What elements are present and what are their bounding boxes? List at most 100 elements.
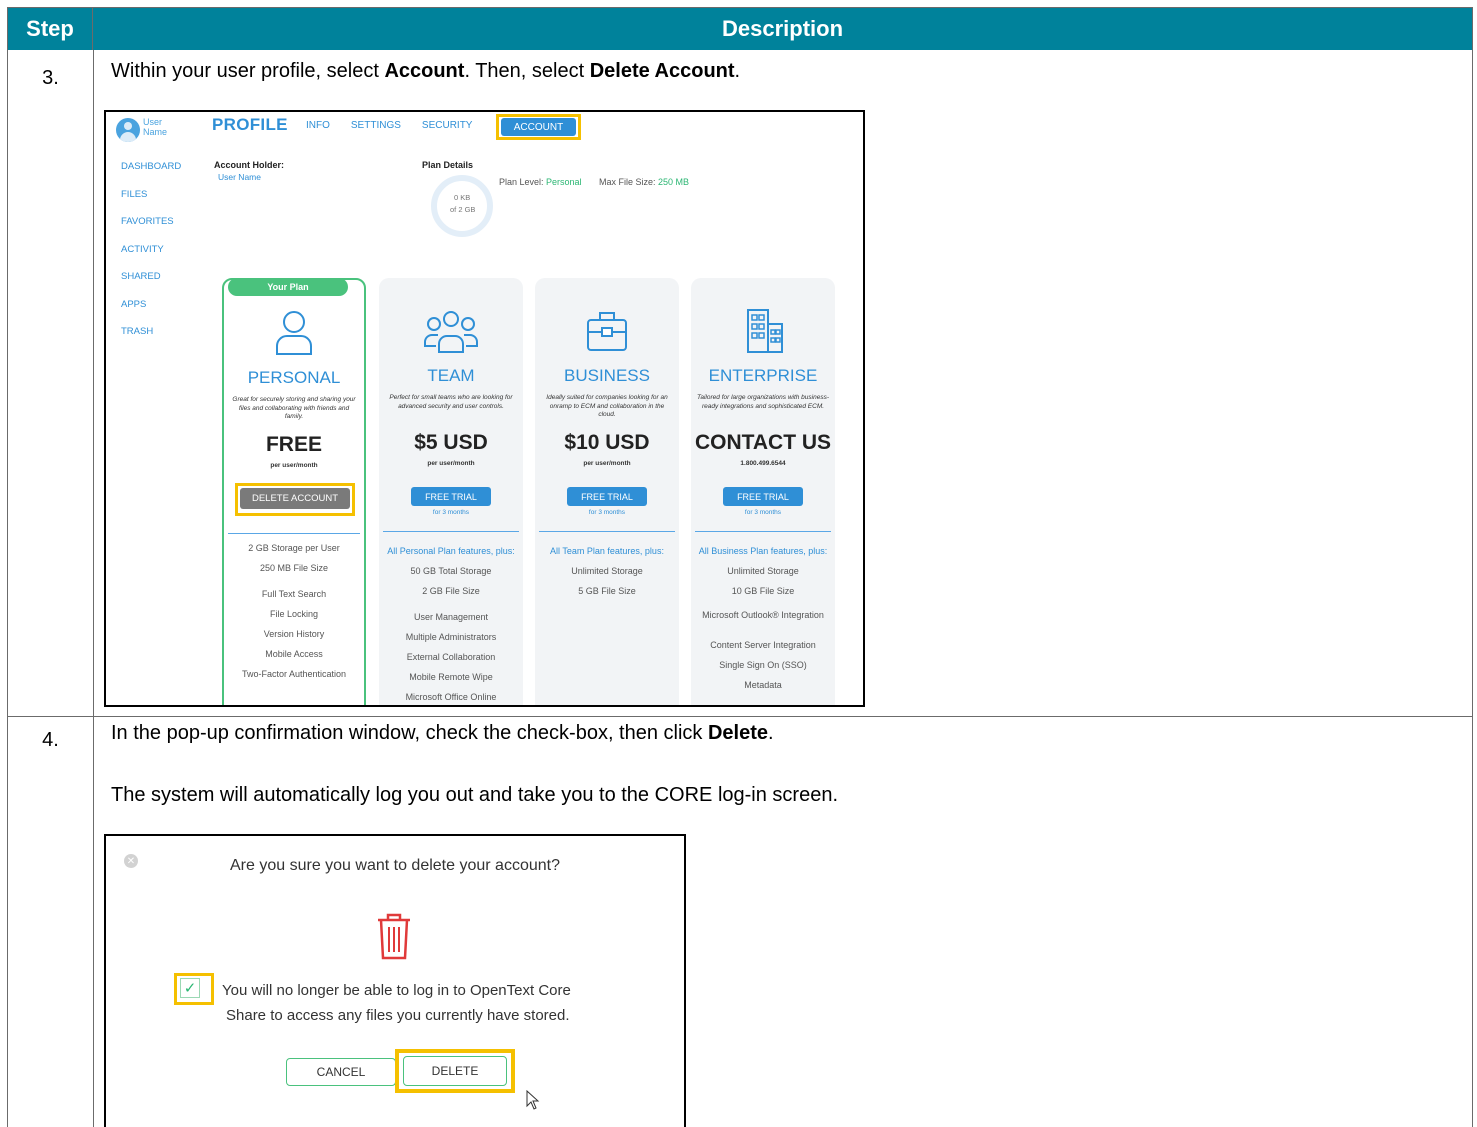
list-item: Mobile Remote Wipe — [409, 672, 493, 682]
briefcase-icon — [587, 312, 627, 351]
sidebar-item-favorites[interactable]: FAVORITES — [121, 216, 181, 244]
plan-description: Ideally suited for companies looking for… — [546, 394, 668, 418]
list-item: External Collaboration — [406, 652, 496, 662]
free-trial-button[interactable]: FREE TRIAL — [723, 487, 803, 506]
plan-description: Tailored for large organizations with bu… — [697, 394, 829, 410]
trial-duration: for 3 months — [744, 509, 782, 516]
user-name: User Name — [143, 117, 168, 137]
plan-description: Perfect for small teams who are looking … — [389, 394, 513, 410]
delete-button[interactable]: DELETE — [403, 1056, 507, 1086]
profile-tabs: INFO SETTINGS SECURITY — [306, 120, 493, 131]
sidebar-item-apps[interactable]: APPS — [121, 299, 181, 327]
list-item: 5 GB File Size — [578, 586, 636, 596]
plan-price-unit: per user/month — [583, 460, 631, 467]
modal-question: Are you sure you want to delete your acc… — [230, 857, 560, 874]
trash-icon — [378, 913, 410, 960]
page-title: PROFILE — [212, 115, 288, 134]
sidebar-item-activity[interactable]: ACTIVITY — [121, 244, 181, 272]
plan-name: PERSONAL — [247, 368, 341, 387]
cursor-icon — [526, 1090, 540, 1110]
sidebar-item-shared[interactable]: SHARED — [121, 271, 181, 299]
step-number: 3. — [42, 67, 59, 89]
plan-price: CONTACT US — [694, 431, 832, 454]
delete-account-button[interactable]: DELETE ACCOUNT — [240, 488, 350, 509]
plan-description: Great for securely storing and sharing y… — [232, 396, 356, 420]
plan-name: BUSINESS — [564, 366, 650, 385]
plan-card-personal: Your Plan PERSONAL Great for securely st… — [222, 278, 366, 705]
checkbox-label-line2: Share to access any files you currently … — [226, 1007, 570, 1024]
account-holder-value: User Name — [218, 172, 261, 182]
list-item: Mobile Access — [265, 649, 323, 659]
features-heading: All Personal Plan features, plus: — [387, 546, 515, 556]
header-step: Step — [8, 8, 93, 50]
tab-account[interactable]: ACCOUNT — [501, 118, 576, 136]
feature-list: Unlimited Storage 10 GB File Size Micros… — [691, 561, 835, 695]
list-item: Full Text Search — [261, 589, 327, 599]
divider — [383, 531, 519, 532]
step-instruction: Within your user profile, select Account… — [111, 60, 741, 82]
features-heading: All Team Plan features, plus: — [550, 546, 664, 556]
cancel-button[interactable]: CANCEL — [286, 1058, 396, 1086]
avatar[interactable] — [116, 118, 140, 142]
plan-card-business: BUSINESS Ideally suited for companies lo… — [535, 278, 679, 705]
profile-screenshot: User Name PROFILE INFO SETTINGS SECURITY… — [104, 110, 865, 707]
list-item: Unlimited Storage — [571, 566, 643, 576]
plan-price: $5 USD — [414, 431, 488, 454]
sidebar-item-trash[interactable]: TRASH — [121, 326, 181, 354]
feature-list: Unlimited Storage 5 GB File Size — [535, 561, 679, 601]
plan-card-team: TEAM Perfect for small teams who are loo… — [379, 278, 523, 705]
divider — [228, 533, 360, 534]
list-item: Unlimited Storage — [727, 566, 799, 576]
team-icon — [424, 311, 478, 353]
list-item: Microsoft Office Online — [405, 692, 497, 702]
sidebar-item-files[interactable]: FILES — [121, 189, 181, 217]
table-header: Step Description — [8, 8, 1472, 50]
plan-details-label: Plan Details — [422, 160, 474, 170]
plan-level: Plan Level: Personal — [499, 177, 582, 187]
column-divider — [93, 50, 94, 1127]
step-instruction: In the pop-up confirmation window, check… — [111, 722, 774, 744]
plan-price-unit: per user/month — [270, 462, 318, 469]
free-trial-button[interactable]: FREE TRIAL — [567, 487, 647, 506]
delete-confirmation-modal: ✕ Are you sure you want to delete your a… — [104, 834, 686, 1127]
list-item: Two-Factor Authentication — [241, 669, 347, 679]
list-item: User Management — [413, 612, 489, 622]
step-number: 4. — [42, 729, 59, 751]
features-heading: All Business Plan features, plus: — [698, 546, 828, 556]
confirm-checkbox[interactable]: ✓ — [180, 978, 200, 998]
list-item: 250 MB File Size — [259, 563, 329, 573]
divider — [695, 531, 831, 532]
usage-used: 0 KB — [454, 193, 471, 202]
trial-duration: for 3 months — [432, 509, 470, 516]
building-icon — [747, 309, 783, 353]
plan-name: TEAM — [427, 366, 475, 385]
list-item: 2 GB Storage per User — [248, 543, 340, 553]
tab-info[interactable]: INFO — [306, 120, 330, 131]
list-item: Content Server Integration — [710, 640, 816, 650]
feature-list: 50 GB Total Storage 2 GB File Size User … — [379, 561, 523, 705]
step-note: The system will automatically log you ou… — [111, 784, 839, 806]
plan-price: $10 USD — [564, 431, 650, 454]
list-item: Microsoft Outlook® Integration — [702, 610, 824, 620]
sidebar-item-dashboard[interactable]: DASHBOARD — [121, 161, 181, 189]
check-icon: ✓ — [183, 980, 197, 997]
tab-settings[interactable]: SETTINGS — [351, 120, 401, 131]
list-item: 2 GB File Size — [422, 586, 480, 596]
your-plan-badge: Your Plan — [228, 278, 348, 296]
divider — [539, 531, 675, 532]
list-item: Version History — [263, 629, 325, 639]
list-item: 10 GB File Size — [731, 586, 795, 596]
user-icon — [276, 311, 312, 355]
header-description: Description — [721, 16, 844, 41]
free-trial-button[interactable]: FREE TRIAL — [411, 487, 491, 506]
max-file-size: Max File Size: 250 MB — [599, 177, 690, 187]
account-holder-label: Account Holder: — [214, 160, 285, 170]
list-item: 50 GB Total Storage — [410, 566, 492, 576]
feature-list: 2 GB Storage per User 250 MB File Size F… — [224, 538, 364, 684]
tab-security[interactable]: SECURITY — [422, 120, 473, 131]
row-divider — [8, 716, 1472, 717]
trial-duration: for 3 months — [588, 509, 626, 516]
sidebar-nav: DASHBOARD FILES FAVORITES ACTIVITY SHARE… — [121, 161, 181, 354]
checkbox-label: You will no longer be able to log in to … — [222, 982, 571, 999]
list-item: Metadata — [744, 680, 782, 690]
